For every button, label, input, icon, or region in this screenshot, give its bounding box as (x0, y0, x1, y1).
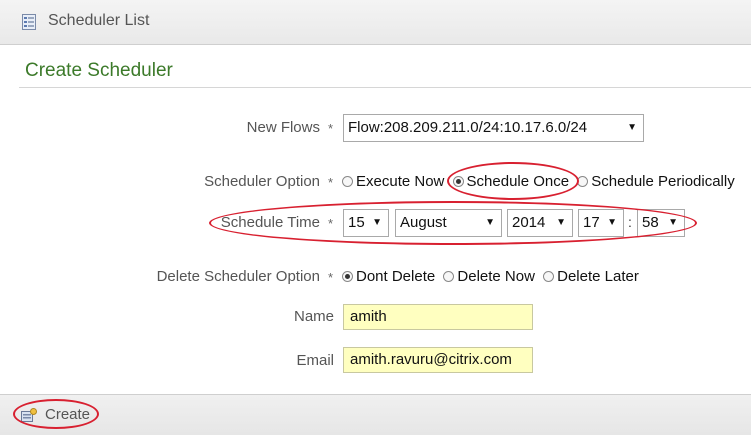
list-icon (22, 14, 36, 30)
radio-schedule-periodically[interactable]: Schedule Periodically (577, 173, 735, 190)
minute-select[interactable]: 58 ▼ (637, 209, 685, 237)
email-input[interactable]: amith.ravuru@citrix.com (343, 347, 533, 373)
delete-option-label: Delete Scheduler Option (156, 268, 320, 285)
required-marker: * (328, 175, 334, 190)
radio-label: Schedule Once (466, 173, 570, 190)
new-flows-value: Flow:208.209.211.0/24:10.17.6.0/24 (348, 119, 588, 136)
dropdown-arrow-icon: ▼ (668, 217, 678, 228)
dropdown-arrow-icon: ▼ (556, 217, 566, 228)
dropdown-arrow-icon: ▼ (627, 122, 637, 133)
scheduler-option-label: Scheduler Option (204, 173, 320, 190)
top-toolbar: Scheduler List (0, 0, 751, 45)
page-title: Create Scheduler (25, 60, 173, 81)
radio-label: Schedule Periodically (591, 173, 735, 190)
radio-button[interactable] (342, 176, 353, 187)
month-select[interactable]: August ▼ (395, 209, 502, 237)
radio-label: Execute Now (356, 173, 445, 190)
create-button[interactable]: Create (45, 406, 90, 423)
radio-button-selected[interactable] (452, 176, 464, 187)
delete-option-radios: Dont Delete Delete Now Delete Later (342, 268, 643, 286)
required-marker: * (328, 270, 334, 285)
minute-value: 58 (642, 214, 659, 231)
name-input[interactable]: amith (343, 304, 533, 330)
required-marker: * (328, 121, 334, 136)
radio-button-selected[interactable] (342, 271, 353, 282)
divider (19, 87, 751, 88)
radio-delete-later[interactable]: Delete Later (543, 268, 639, 285)
hour-value: 17 (583, 214, 600, 231)
radio-label: Dont Delete (356, 268, 436, 285)
radio-button[interactable] (543, 271, 555, 282)
radio-execute-now[interactable]: Execute Now (342, 173, 444, 190)
radio-button[interactable] (443, 271, 455, 282)
new-flows-select[interactable]: Flow:208.209.211.0/24:10.17.6.0/24 ▼ (343, 114, 644, 142)
day-select[interactable]: 15 ▼ (343, 209, 389, 237)
radio-label: Delete Now (457, 268, 535, 285)
time-separator: : (628, 214, 632, 230)
hour-select[interactable]: 17 ▼ (578, 209, 624, 237)
radio-delete-now[interactable]: Delete Now (443, 268, 535, 285)
scheduler-list-link[interactable]: Scheduler List (48, 12, 149, 30)
month-value: August (400, 214, 447, 231)
day-value: 15 (348, 214, 365, 231)
year-select[interactable]: 2014 ▼ (507, 209, 573, 237)
new-flows-label: New Flows (246, 119, 320, 136)
email-label: Email (296, 352, 334, 369)
dropdown-arrow-icon: ▼ (372, 217, 382, 228)
radio-dont-delete[interactable]: Dont Delete (342, 268, 435, 285)
year-value: 2014 (512, 214, 546, 231)
required-marker: * (328, 216, 334, 231)
scheduler-option-radios: Execute Now Schedule Once Schedule Perio… (342, 173, 739, 191)
bottom-toolbar: Create (0, 394, 751, 435)
name-label: Name (293, 308, 334, 325)
dropdown-arrow-icon: ▼ (485, 217, 495, 228)
dropdown-arrow-icon: ▼ (607, 217, 617, 228)
create-icon (21, 408, 37, 422)
radio-label: Delete Later (557, 268, 639, 285)
radio-button[interactable] (577, 176, 589, 187)
radio-schedule-once[interactable]: Schedule Once (452, 173, 570, 190)
schedule-time-label: Schedule Time (220, 214, 320, 231)
